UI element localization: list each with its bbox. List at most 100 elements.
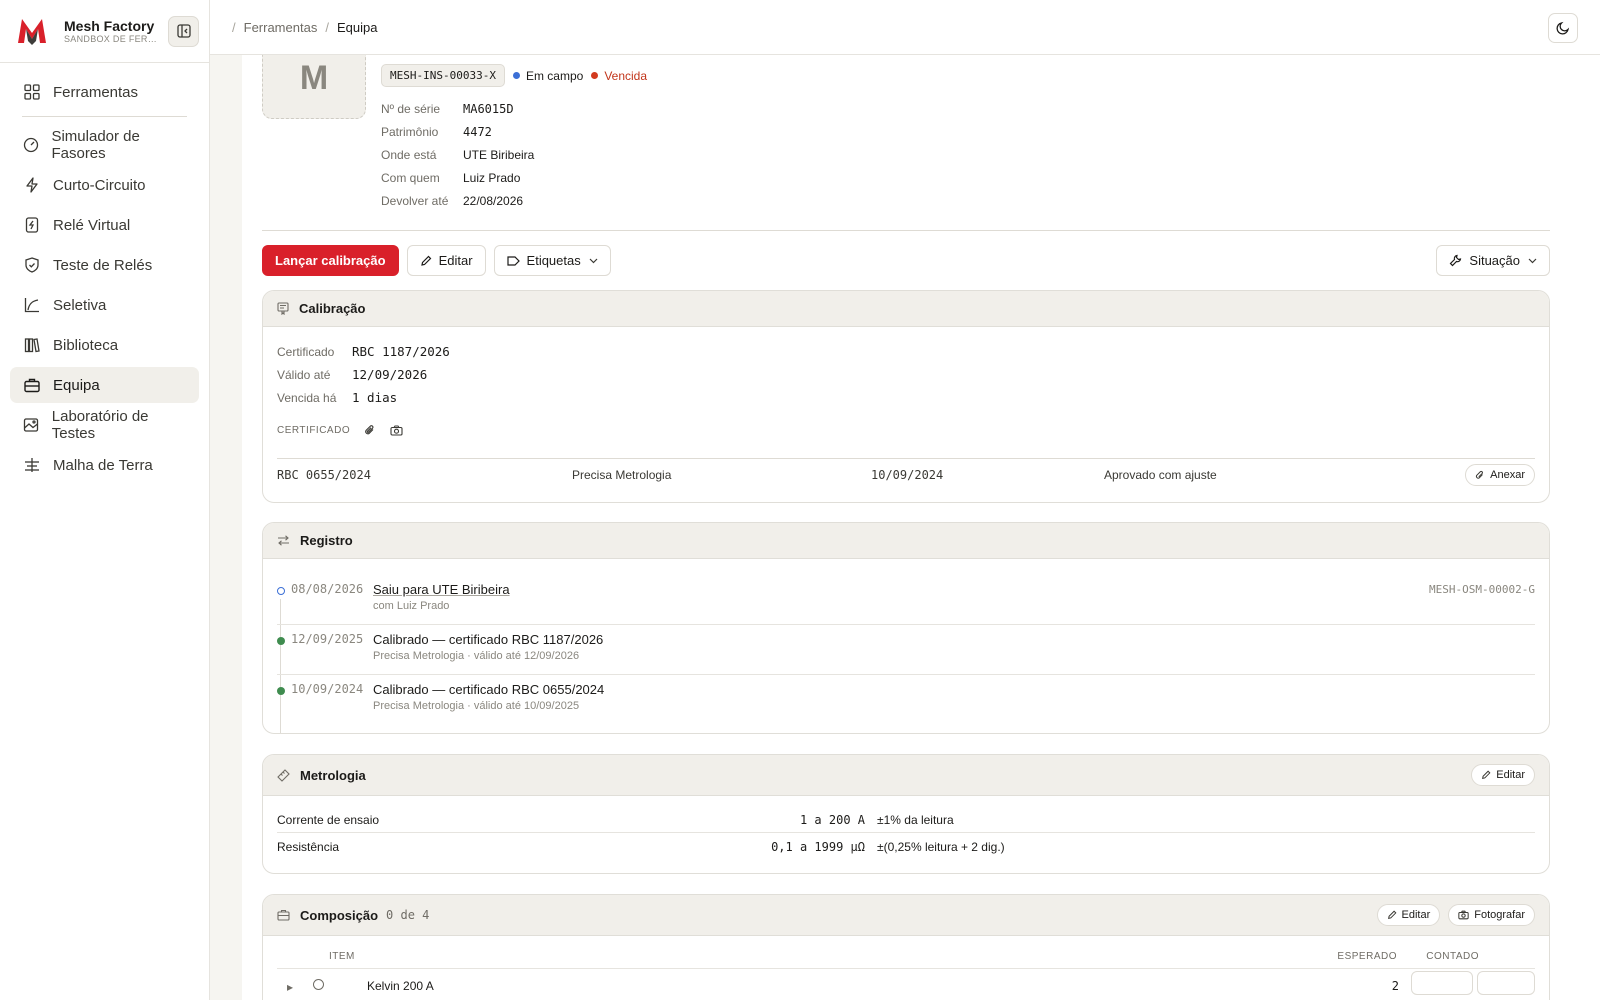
asset-fields: Nº de série MA6015D Patrimônio 4472 Onde e… <box>381 97 534 212</box>
sidebar-item-label: Simulador de Fasores <box>51 128 140 162</box>
col-counted: CONTADO <box>1426 951 1479 962</box>
timeline-item: 10/09/2024 Calibrado — certificado RBC 0… <box>277 675 1535 725</box>
valid-until: 12/09/2026 <box>352 367 428 382</box>
wrench-icon <box>1450 254 1462 267</box>
sidebar-item-label: Seletiva <box>53 296 107 314</box>
metrology-edit-button[interactable]: Editar <box>1471 764 1535 786</box>
composition-edit-button[interactable]: Editar <box>1376 904 1441 926</box>
pencil-icon <box>1482 770 1491 779</box>
curve-chart-icon <box>22 297 42 313</box>
timeline-sub: com Luiz Prado <box>373 600 450 612</box>
sidebar-item-curto-circuito[interactable]: Curto-Circuito <box>10 167 199 203</box>
status-dot-field <box>512 72 520 79</box>
sidebar-item-label: Relé Virtual <box>53 216 131 234</box>
sidebar-item-label: Teste de Relés <box>53 256 153 274</box>
field-row: Certificado RBC 1187/2026 <box>277 340 450 363</box>
col-expected: ESPERADO <box>1337 951 1397 962</box>
metrology-name: Resistência <box>277 840 340 854</box>
main-content: M MESH-INS-00033-X Em campo Vencida Nº d… <box>210 55 1600 1000</box>
collapse-sidebar-button[interactable] <box>168 15 199 47</box>
location: UTE Biribeira <box>463 147 535 162</box>
edit-label: Editar <box>1496 769 1525 781</box>
tags-dropdown[interactable]: Etiquetas <box>493 245 611 276</box>
sidebar-item-malha-de-terra[interactable]: Malha de Terra <box>10 447 199 483</box>
timeline-title-link[interactable]: Saiu para UTE Biribeira <box>373 582 510 597</box>
pencil-icon <box>420 255 431 266</box>
bolt-icon <box>22 177 42 193</box>
metrology-card-header: Metrologia Editar <box>263 755 1549 796</box>
grid-icon <box>22 84 42 100</box>
field-label: Patrimônio <box>381 124 439 139</box>
timeline-ref[interactable]: MESH-OSM-00002-G <box>1429 583 1535 596</box>
edit-button[interactable]: Editar <box>406 245 486 276</box>
history-cert: RBC 0655/2024 <box>277 467 371 482</box>
sidebar-item-label: Equipa <box>53 376 100 394</box>
count-button[interactable] <box>1477 971 1535 995</box>
asset-photo-placeholder[interactable]: M <box>262 55 366 119</box>
sidebar-item-ferramentas[interactable]: Ferramentas <box>10 74 199 110</box>
briefcase-icon <box>277 909 290 921</box>
breadcrumb-current: Equipa <box>336 19 378 35</box>
timeline-date: 08/08/2026 <box>291 582 364 596</box>
shield-icon <box>22 257 42 273</box>
ground-icon <box>22 457 42 473</box>
metrology-accuracy: ±1% da leitura <box>877 812 954 827</box>
calibration-card-header: Calibração <box>263 291 1549 327</box>
field-row: Devolver até 22/08/2026 <box>381 189 534 212</box>
sidebar-item-label: Laboratório de Testes <box>51 408 149 442</box>
asset-code-chip[interactable]: MESH-INS-00033-X <box>381 64 505 87</box>
paperclip-icon[interactable] <box>364 424 376 436</box>
expired-since: 1 dias <box>352 390 398 405</box>
card-title: Metrologia <box>300 767 366 783</box>
launch-calibration-button[interactable]: Lançar calibração <box>262 245 399 276</box>
registry-card-header: Registro <box>263 523 1549 559</box>
card-title: Composição <box>300 907 379 923</box>
tags-label: Etiquetas <box>526 253 581 268</box>
mesh-factory-logo-icon[interactable] <box>16 15 48 47</box>
composition-count: 0 de 4 <box>386 908 430 922</box>
sidebar-toggle-icon <box>176 24 191 38</box>
asset-id-row: MESH-INS-00033-X Em campo Vencida <box>381 64 647 87</box>
registry-card: Registro 08/08/2026 Saiu para UTE Biribe… <box>262 522 1550 734</box>
counted-input[interactable] <box>1411 971 1473 995</box>
expand-chevron-icon[interactable]: ▸ <box>287 980 293 994</box>
photograph-button[interactable]: Fotografar <box>1448 904 1535 926</box>
sidebar-item-biblioteca[interactable]: Biblioteca <box>10 327 199 363</box>
sidebar-item-label: Ferramentas <box>53 83 139 101</box>
sidebar-item-rele-virtual[interactable]: Relé Virtual <box>10 207 199 243</box>
sidebar-item-seletiva[interactable]: Seletiva <box>10 287 199 323</box>
camera-icon[interactable] <box>390 424 403 436</box>
timeline-dot-ok <box>277 637 285 645</box>
field-row: Onde está UTE Biribeira <box>381 143 534 166</box>
field-label: Válido até <box>277 367 331 382</box>
field-row: Com quem Luiz Prado <box>381 166 534 189</box>
composition-row: ▸ Kelvin 200 A 2 <box>277 970 1535 1000</box>
field-row: Patrimônio 4472 <box>381 120 534 143</box>
timeline-title: Calibrado — certificado RBC 0655/2024 <box>373 682 605 697</box>
metrology-row: Corrente de ensaio 1 a 200 A ±1% da leit… <box>277 807 1535 833</box>
brand-name: Mesh Factory <box>64 18 155 34</box>
sidebar-item-equipa[interactable]: Equipa <box>10 367 199 403</box>
field-row: Nº de série MA6015D <box>381 97 534 120</box>
history-date: 10/09/2024 <box>871 467 944 482</box>
sidebar-nav: Ferramentas Simulador de Fasores Curto-C… <box>0 63 209 498</box>
metrology-range: 1 a 200 A <box>799 812 865 827</box>
sidebar-item-teste-de-reles[interactable]: Teste de Relés <box>10 247 199 283</box>
theme-toggle-button[interactable] <box>1548 13 1578 43</box>
relay-icon <box>22 217 42 233</box>
photo-initial: M <box>299 58 329 97</box>
history-result: Aprovado com ajuste <box>1104 467 1217 482</box>
breadcrumb: / Ferramentas / Equipa <box>232 20 377 35</box>
breadcrumb-ferramentas[interactable]: Ferramentas <box>244 20 318 35</box>
sidebar-item-laboratorio-de-testes[interactable]: Laboratório de Testes <box>10 407 199 443</box>
composition-table-header: ITEM ESPERADO CONTADO <box>277 943 1535 969</box>
calibration-history-row: RBC 0655/2024 Precisa Metrologia 10/09/2… <box>277 458 1535 490</box>
sidebar-item-simulador-de-fasores[interactable]: Simulador de Fasores <box>10 127 199 163</box>
situation-dropdown[interactable]: Situação <box>1436 245 1550 276</box>
breadcrumb-separator: / <box>325 19 329 35</box>
attach-button[interactable]: Anexar <box>1465 463 1535 486</box>
metrology-accuracy: ±(0,25% leitura + 2 dig.) <box>877 840 1005 854</box>
section-divider <box>262 230 1550 231</box>
sidebar-item-label: Malha de Terra <box>53 456 153 474</box>
timeline-item: 08/08/2026 Saiu para UTE Biribeira com L… <box>277 575 1535 625</box>
